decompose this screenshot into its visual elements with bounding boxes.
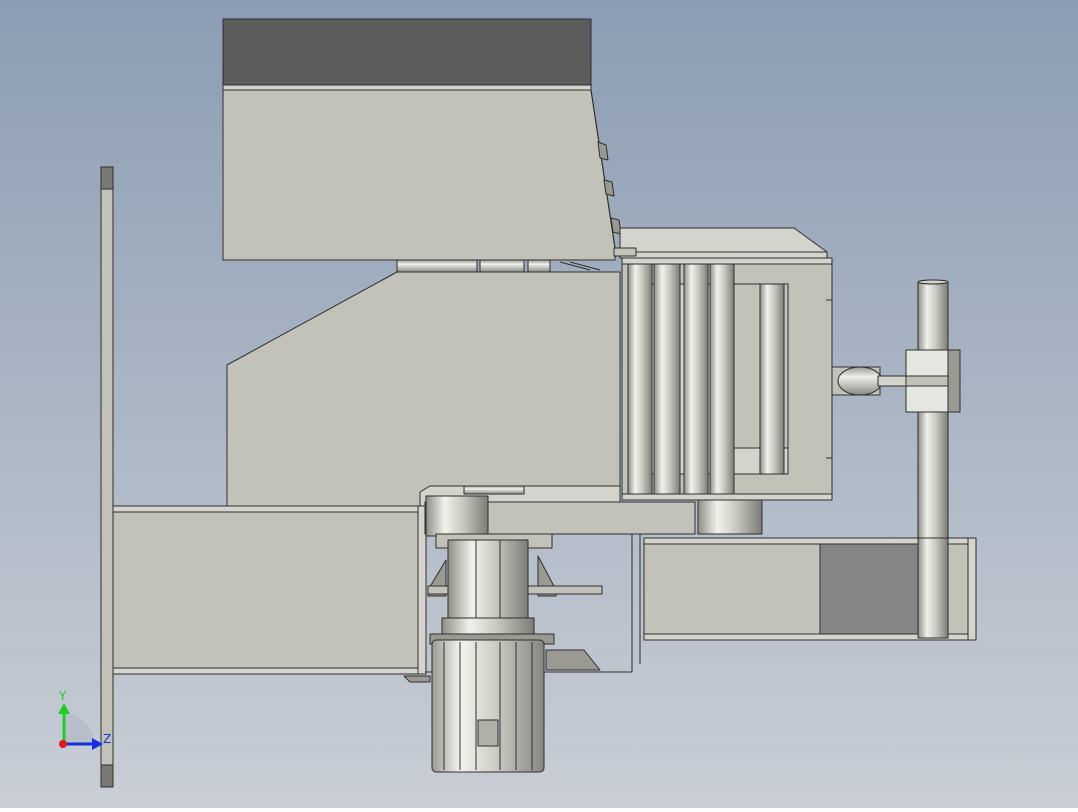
assembly-drawing: Y Z <box>0 0 1078 808</box>
top-plate <box>613 227 828 259</box>
vertical-rod-lower <box>917 537 949 639</box>
motor <box>431 639 545 773</box>
rod-clamp-block <box>905 349 961 413</box>
z-axis-label: Z <box>103 732 111 746</box>
roller-frame <box>621 257 833 501</box>
left-mounting-plate <box>100 166 114 788</box>
cad-viewport[interactable]: Y Z <box>0 0 1078 808</box>
upper-housing <box>222 18 622 261</box>
left-beam <box>112 505 427 675</box>
y-axis-label: Y <box>58 689 67 703</box>
